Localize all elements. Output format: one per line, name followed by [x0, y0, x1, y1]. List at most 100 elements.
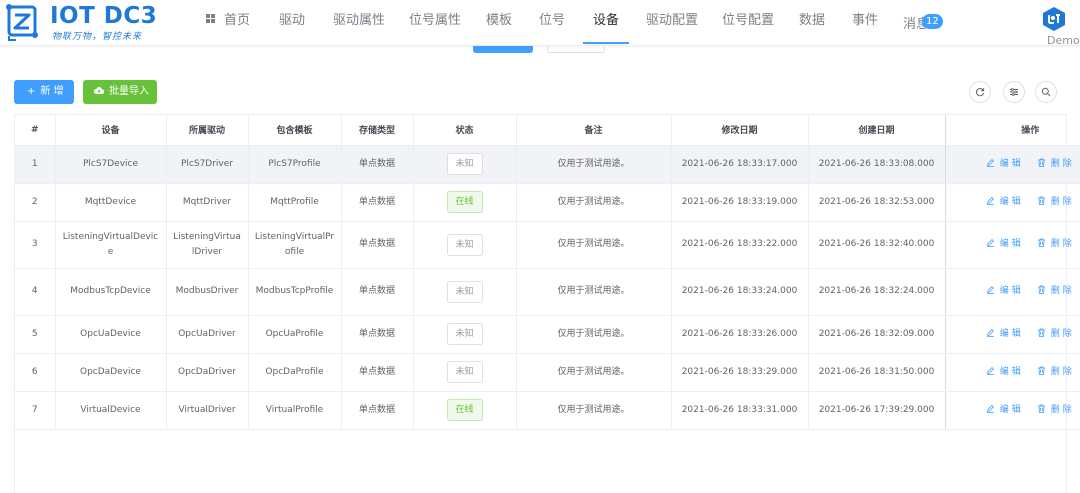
delete-button[interactable]: 删除: [1037, 403, 1075, 418]
cloud-upload-icon: [94, 87, 104, 94]
delete-button[interactable]: 删除: [1037, 195, 1075, 210]
batch-import-button[interactable]: 批量导入: [83, 80, 157, 104]
status-badge: 未知: [446, 361, 483, 383]
search-submit-button[interactable]: [473, 46, 533, 53]
edit-label: 编辑: [999, 196, 1024, 207]
delete-label: 删除: [1050, 286, 1075, 296]
edit-icon: [986, 196, 994, 205]
cell-actions: 编辑 删除: [945, 183, 1080, 222]
delete-icon: [1037, 366, 1045, 375]
brand-subtitle: 物联万物，智控未来: [52, 32, 143, 42]
edit-button[interactable]: 编辑: [986, 327, 1024, 342]
edit-label: 编辑: [999, 328, 1024, 339]
cell-device: ModbusTcpDevice: [55, 268, 167, 316]
user-menu[interactable]: Demo: [1037, 6, 1080, 47]
cell-status: 未知: [413, 315, 517, 354]
top-header: IOT DC3 物联万物，智控未来 首页 驱动 驱动属性 位号属性 模板 位号 …: [0, 0, 1080, 47]
nav-item-label: 事件: [852, 13, 879, 28]
cell-updated: 2021-06-26 18:33:19.000: [671, 183, 809, 222]
table-row[interactable]: 7 VirtualDevice VirtualDriver VirtualProfil…: [15, 391, 1080, 430]
nav-item-message[interactable]: 消息 12: [903, 4, 943, 50]
cell-profile: ListeningVirtualProfile: [248, 221, 342, 269]
cell-status: 在线: [413, 183, 517, 222]
cell-index: 1: [15, 145, 56, 184]
batch-import-label: 批量导入: [109, 86, 149, 97]
nav-item-label: 驱动属性: [333, 13, 386, 28]
nav-item-event[interactable]: 事件: [852, 0, 878, 46]
user-name: Demo: [1047, 34, 1080, 47]
cell-updated: 2021-06-26 18:33:31.000: [671, 391, 809, 430]
edit-button[interactable]: 编辑: [986, 365, 1024, 380]
nav-item-label: 驱动: [279, 13, 306, 28]
table-row[interactable]: 1 PlcS7Device PlcS7Driver PlcS7Profile 单点数据 未…: [15, 145, 1080, 184]
brand-title: IOT DC3: [50, 3, 158, 29]
delete-button[interactable]: 删除: [1037, 237, 1075, 252]
cell-device: ListeningVirtualDevice: [55, 221, 167, 269]
table-row[interactable]: 6 OpcDaDevice OpcDaDriver OpcDaProfile 单点数据 未…: [15, 353, 1080, 392]
edit-button[interactable]: 编辑: [986, 157, 1024, 172]
cell-actions: 编辑 删除: [945, 221, 1080, 269]
nav-item-label: 模板: [486, 13, 513, 28]
nav-item-device[interactable]: 设备: [582, 0, 630, 46]
nav-item-label: 位号配置: [722, 13, 775, 28]
column-settings-button[interactable]: [1003, 81, 1025, 103]
delete-button[interactable]: 删除: [1037, 284, 1075, 299]
nav-item-label: 设备: [593, 13, 620, 28]
cell-device: OpcUaDevice: [55, 315, 167, 354]
cell-remark: 仅用于测试用途。: [516, 221, 672, 269]
cell-driver: PlcS7Driver: [166, 145, 249, 184]
delete-button[interactable]: 删除: [1037, 327, 1075, 342]
cell-driver: ModbusDriver: [166, 268, 249, 316]
edit-button[interactable]: 编辑: [986, 237, 1024, 252]
delete-label: 删除: [1050, 366, 1075, 377]
nav-item-data[interactable]: 数据: [799, 0, 825, 46]
edit-icon: [986, 366, 994, 375]
edit-label: 编辑: [999, 158, 1024, 169]
nav-item-label: 首页: [224, 13, 251, 28]
cell-device: VirtualDevice: [55, 391, 167, 430]
search-reset-button[interactable]: [547, 46, 605, 53]
edit-icon: [986, 286, 994, 294]
table-header-row: # 设备 所属驱动 包含模板 存储类型 状态 备注 修改日期 创建日期 操作: [15, 115, 1080, 146]
column-header-device: 设备: [55, 115, 167, 146]
delete-icon: [1037, 196, 1045, 205]
column-header-driver: 所属驱动: [166, 115, 249, 146]
nav-item-driver-attribute[interactable]: 驱动属性: [333, 0, 385, 46]
table-row[interactable]: 4 ModbusTcpDevice ModbusDriver ModbusTcpPro…: [15, 268, 1080, 316]
refresh-button[interactable]: [969, 81, 991, 103]
status-badge: 未知: [446, 153, 483, 175]
nav-item-driver-info[interactable]: 驱动配置: [646, 0, 698, 46]
cell-status: 未知: [413, 353, 517, 392]
table-row[interactable]: 2 MqttDevice MqttDriver MqttProfile 单点数据 在线 仅用…: [15, 183, 1080, 222]
cell-index: 2: [15, 183, 56, 222]
cell-status: 未知: [413, 268, 517, 316]
add-device-button[interactable]: + 新 增: [14, 80, 74, 104]
delete-icon: [1037, 404, 1045, 413]
delete-button[interactable]: 删除: [1037, 365, 1075, 380]
table-row[interactable]: 3 ListeningVirtualDevice ListeningVirtualD…: [15, 221, 1080, 269]
cell-created: 2021-06-26 18:31:50.000: [808, 353, 946, 392]
toggle-search-button[interactable]: [1035, 81, 1057, 103]
status-badge: 未知: [446, 323, 483, 345]
column-header-actions: 操作: [945, 115, 1080, 146]
status-badge: 在线: [446, 399, 483, 421]
edit-button[interactable]: 编辑: [986, 284, 1024, 299]
brand-logo[interactable]: IOT DC3 物联万物，智控未来: [6, 2, 176, 44]
edit-icon: [986, 404, 994, 413]
edit-button[interactable]: 编辑: [986, 195, 1024, 210]
delete-button[interactable]: 删除: [1037, 157, 1075, 172]
cell-device: MqttDevice: [55, 183, 167, 222]
device-table: # 设备 所属驱动 包含模板 存储类型 状态 备注 修改日期 创建日期 操作 1…: [14, 114, 1080, 493]
nav-item-driver[interactable]: 驱动: [279, 0, 305, 46]
nav-item-profile[interactable]: 模板: [486, 0, 512, 46]
table-row[interactable]: 5 OpcUaDevice OpcUaDriver OpcUaProfile 单点数据 未…: [15, 315, 1080, 354]
cell-storage: 单点数据: [341, 183, 414, 222]
nav-item-point-info[interactable]: 位号配置: [722, 0, 774, 46]
edit-button[interactable]: 编辑: [986, 403, 1024, 418]
nav-item-label: 位号属性: [409, 13, 462, 28]
nav-item-point[interactable]: 位号: [539, 0, 565, 46]
nav-item-point-attribute[interactable]: 位号属性: [409, 0, 461, 46]
cell-index: 3: [15, 221, 56, 269]
cell-driver: OpcUaDriver: [166, 315, 249, 354]
nav-item-home[interactable]: 首页: [206, 0, 250, 46]
